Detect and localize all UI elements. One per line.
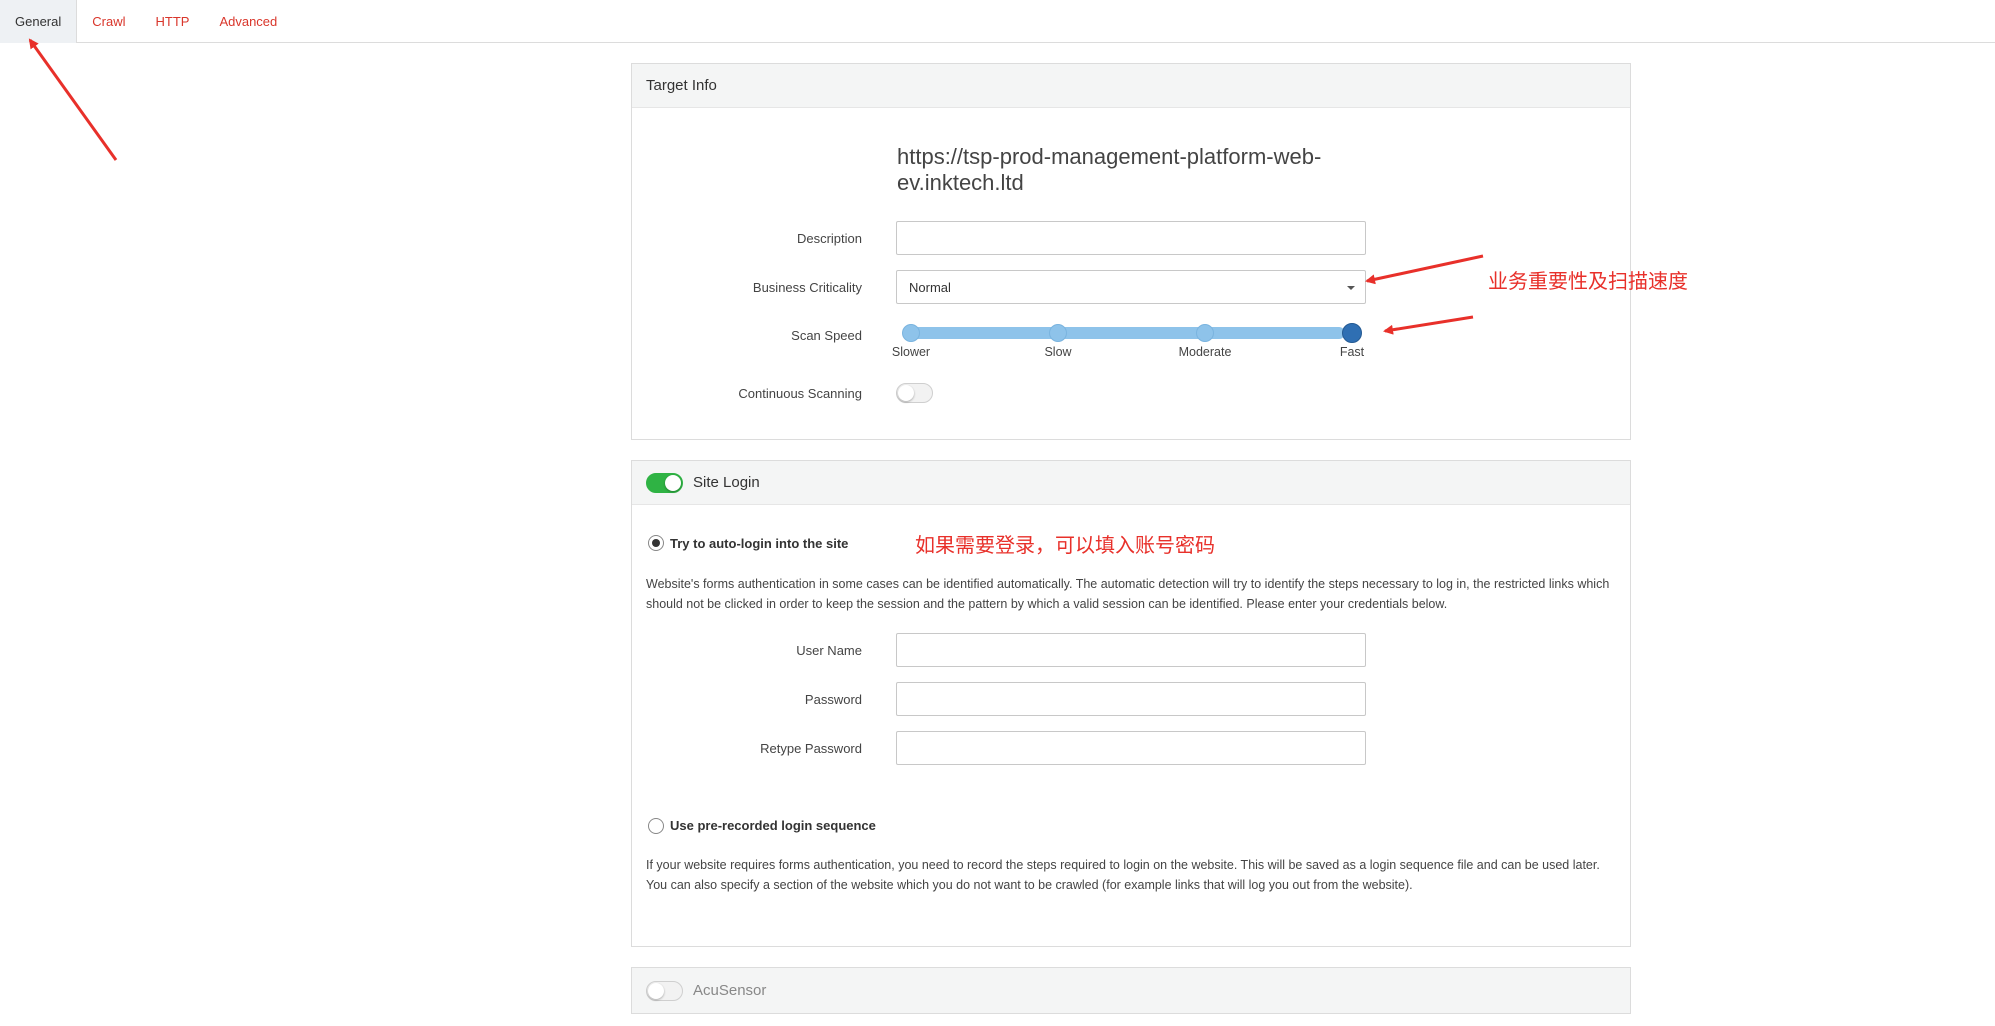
arrow-to-scan-speed [1383,315,1474,335]
annotation-arrows [28,38,1484,335]
arrow-to-general-tab [28,38,118,161]
arrow-to-criticality [1365,254,1484,285]
